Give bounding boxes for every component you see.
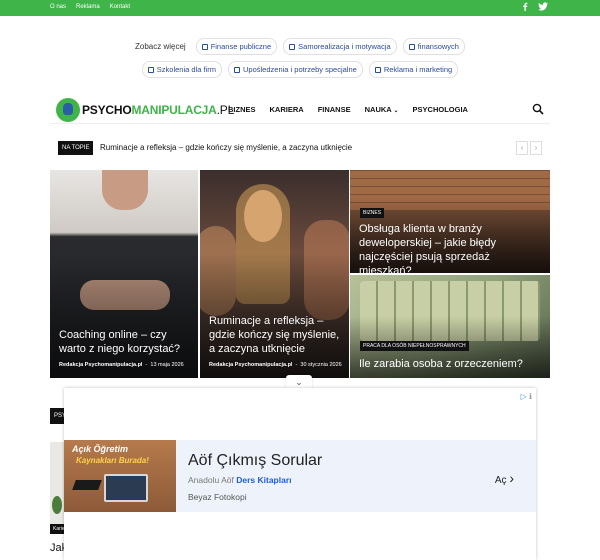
menu-item-finanse[interactable]: FINANSE: [318, 105, 351, 114]
ad-headline[interactable]: Aöf Çıkmış Sorular: [188, 452, 322, 470]
category-badge[interactable]: BIZNES: [360, 208, 385, 218]
featured-author[interactable]: Redakcja Psychomanipulacja.pl: [59, 362, 142, 368]
partial-image: [50, 442, 64, 532]
laptop-icon: [104, 474, 148, 502]
ad-thumb-line1: Açık Öğretim: [72, 444, 129, 454]
social-links: [522, 2, 548, 13]
featured-card-3[interactable]: BIZNES Obsługa klienta w branży dewelope…: [350, 170, 550, 273]
logo-dark-text: PSYCHO: [82, 103, 132, 117]
menu-item-kariera[interactable]: KARIERA: [270, 105, 304, 114]
ticker-prev-button[interactable]: ‹: [516, 141, 528, 155]
ad-thumb-line2: Kaynakları Burada!: [76, 456, 149, 465]
ad-collapse-button[interactable]: ⌄: [286, 375, 312, 389]
chip-szkolenia[interactable]: Szkolenia dla firm: [141, 61, 222, 78]
suited-person-image: [102, 170, 148, 210]
chip-label: Reklama i marketing: [383, 65, 453, 74]
section-tag: PSY: [50, 408, 64, 424]
chip-label: finansowych: [417, 42, 459, 51]
chip-reklama[interactable]: Reklama i marketing: [368, 61, 459, 78]
chip-label: Finanse publiczne: [210, 42, 272, 51]
see-also-section: Zobacz więcej Finanse publiczne Samoreal…: [0, 38, 600, 84]
ad-open-button[interactable]: Aç ›: [495, 470, 514, 486]
trending-tag: NA TOPIE: [58, 141, 94, 155]
chip-label: Samorealizacja i motywacja: [298, 42, 391, 51]
featured-title-2[interactable]: Ruminacje a refleksja – gdzie kończy się…: [209, 314, 343, 356]
menu-item-nauka-label: NAUKA: [364, 105, 392, 114]
featured-meta-2: Redakcja Psychomanipulacja.pl - 30 stycz…: [209, 362, 342, 368]
grid-icon: [374, 66, 381, 73]
ad-sub-link[interactable]: Ders Kitapları: [236, 475, 291, 485]
twitter-icon[interactable]: [538, 2, 548, 13]
featured-grid: Coaching online – czy warto z niego korz…: [50, 170, 550, 378]
grid-icon: [408, 43, 415, 50]
featured-card-4[interactable]: PRACA DLA OSÓB NIEPEŁNOSPRAWNYCH Ile zar…: [350, 275, 550, 378]
trending-title[interactable]: Ruminacje a refleksja – gdzie kończy się…: [100, 143, 352, 152]
site-logo[interactable]: PSYCHOMANIPULACJA.PL: [82, 103, 234, 117]
ad-advertiser: Beyaz Fotokopi: [188, 492, 247, 502]
top-link-o-nas[interactable]: O nas: [50, 4, 66, 10]
ad-choices-icon[interactable]: ▷ ℹ: [521, 392, 532, 401]
chip-finansowych[interactable]: finansowych: [402, 38, 465, 55]
trending-ticker: NA TOPIE Ruminacje a refleksja – gdzie k…: [58, 141, 542, 155]
ad-subline: Anadolu Aöf Ders Kitapları: [188, 475, 292, 485]
grid-icon: [289, 43, 296, 50]
chevron-right-icon: ›: [509, 470, 514, 486]
grid-icon: [201, 43, 208, 50]
category-badge[interactable]: PRACA DLA OSÓB NIEPEŁNOSPRAWNYCH: [360, 341, 469, 351]
main-header: PSYCHOMANIPULACJA.PL BIZNES KARIERA FINA…: [50, 96, 550, 124]
logo-icon[interactable]: [56, 98, 80, 122]
featured-author[interactable]: Redakcja Psychomanipulacja.pl: [209, 362, 292, 368]
see-also-label: Zobacz więcej: [135, 42, 186, 51]
ad-sub-prefix: Anadolu Aöf: [188, 475, 234, 485]
grid-icon: [147, 66, 154, 73]
partial-section: PSY Kariera Jak: [50, 408, 64, 560]
chip-samorealizacja[interactable]: Samorealizacja i motywacja: [283, 38, 397, 55]
ticker-next-button[interactable]: ›: [530, 141, 542, 155]
partial-title[interactable]: Jak: [50, 542, 64, 554]
chevron-down-icon: ⌄: [393, 108, 399, 114]
search-icon[interactable]: [532, 102, 544, 115]
featured-date: 30 stycznia 2026: [300, 362, 342, 368]
graduation-cap-icon: [72, 480, 102, 490]
ad-open-label: Aç: [494, 475, 507, 486]
tile-shade: [50, 253, 198, 378]
facebook-icon[interactable]: [522, 2, 528, 13]
featured-date: 13 maja 2026: [150, 362, 184, 368]
featured-card-1[interactable]: Coaching online – czy warto z niego korz…: [50, 170, 198, 378]
top-link-kontakt[interactable]: Kontakt: [110, 4, 130, 10]
chip-finanse-publiczne[interactable]: Finanse publiczne: [195, 38, 278, 55]
top-bar: O nas Reklama Kontakt: [0, 0, 600, 16]
grid-icon: [234, 66, 240, 73]
featured-meta-1: Redakcja Psychomanipulacja.pl - 13 maja …: [59, 362, 184, 368]
top-link-reklama[interactable]: Reklama: [76, 4, 100, 10]
menu-item-biznes[interactable]: BIZNES: [228, 105, 256, 114]
main-menu: BIZNES KARIERA FINANSE NAUKA ⌄ PSYCHOLOG…: [228, 105, 468, 114]
featured-title-1[interactable]: Coaching online – czy warto z niego korz…: [59, 328, 191, 356]
featured-title-4[interactable]: Ile zarabia osoba z orzeczeniem?: [359, 357, 545, 371]
chip-label: Upośledzenia i potrzeby specjalne: [243, 65, 357, 74]
menu-item-psychologia[interactable]: PSYCHOLOGIA: [413, 105, 468, 114]
chip-label: Szkolenia dla firm: [156, 65, 216, 74]
partial-badge[interactable]: Kariera: [50, 524, 64, 534]
menu-item-nauka[interactable]: NAUKA ⌄: [365, 105, 399, 114]
featured-card-2[interactable]: Ruminacje a refleksja – gdzie kończy się…: [200, 170, 349, 378]
ad-thumbnail[interactable]: Açık Öğretim Kaynakları Burada!: [64, 440, 176, 512]
advertisement: ▷ ℹ Açık Öğretim Kaynakları Burada! Aöf …: [64, 388, 536, 560]
featured-title-3[interactable]: Obsługa klienta w branży deweloperskiej …: [359, 222, 545, 273]
logo-green-text: MANIPULACJA: [131, 103, 217, 117]
chip-uposledzenia[interactable]: Upośledzenia i potrzeby specjalne: [228, 61, 363, 78]
top-links: O nas Reklama Kontakt: [50, 4, 130, 10]
